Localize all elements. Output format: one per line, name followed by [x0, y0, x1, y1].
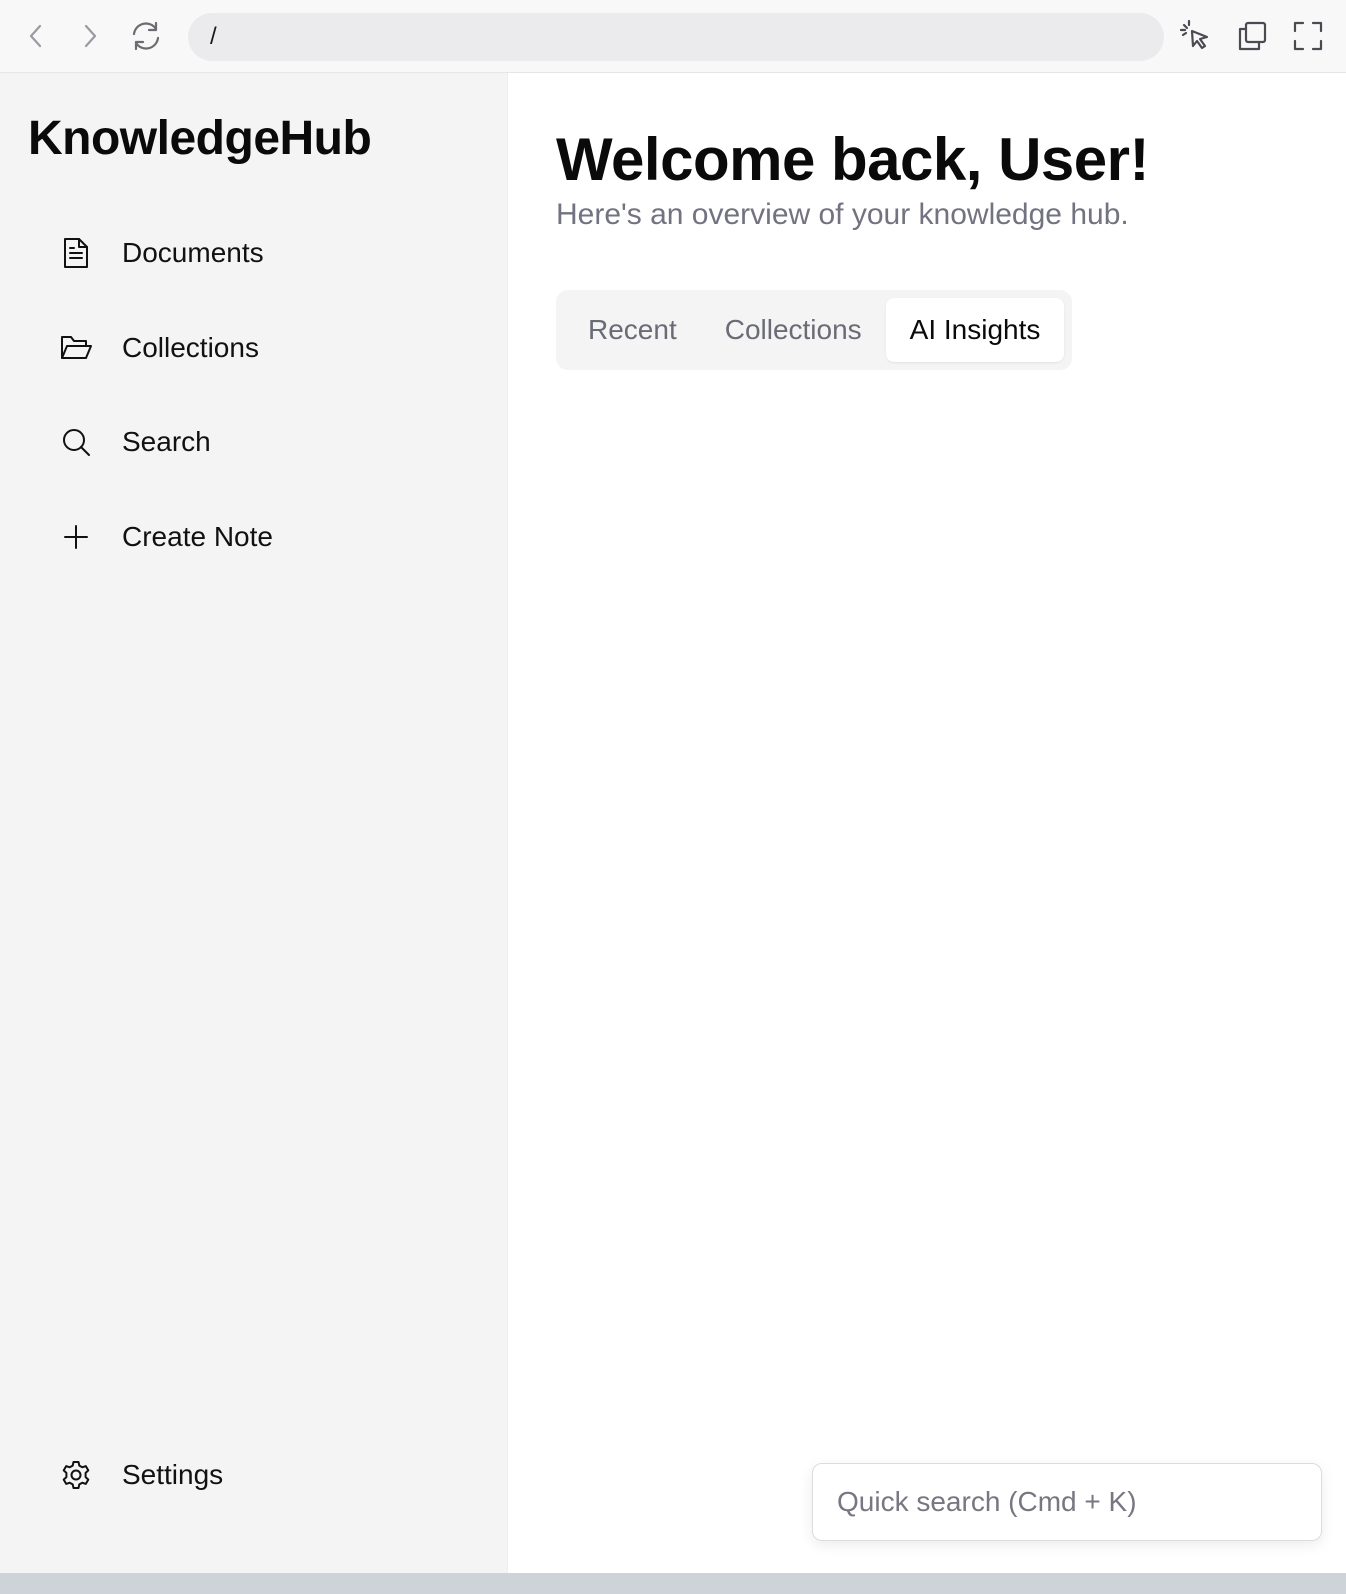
- forward-button[interactable]: [72, 18, 108, 54]
- page-subtitle: Here's an overview of your knowledge hub…: [556, 198, 1129, 231]
- sidebar-item-create-note[interactable]: Create Note: [56, 507, 476, 567]
- tab-list: Recent Collections AI Insights: [556, 290, 1073, 370]
- tab-collections[interactable]: Collections: [701, 298, 886, 362]
- brand-title: KnowledgeHub: [28, 112, 372, 165]
- fullscreen-button[interactable]: [1290, 18, 1326, 54]
- pointer-select-icon: [1179, 19, 1209, 50]
- window-bottom-edge: [0, 1573, 1346, 1594]
- copy-window-button[interactable]: [1234, 18, 1270, 54]
- sidebar-item-label: Documents: [122, 237, 264, 268]
- tab-ai-insights[interactable]: AI Insights: [885, 298, 1065, 362]
- search-icon: [56, 422, 96, 462]
- document-icon: [56, 233, 96, 273]
- url-bar[interactable]: /: [188, 13, 1164, 61]
- sidebar-item-documents[interactable]: Documents: [56, 223, 476, 283]
- sidebar-item-label: Collections: [122, 332, 259, 363]
- plus-icon: [56, 517, 96, 557]
- pointer-select-button[interactable]: [1178, 18, 1214, 54]
- sidebar-item-label: Create Note: [122, 521, 273, 552]
- browser-toolbar: /: [0, 0, 1346, 73]
- sidebar: KnowledgeHub Documents Collections Searc…: [0, 73, 508, 1573]
- reload-icon: [132, 21, 160, 51]
- main-content: Welcome back, User! Here's an overview o…: [508, 73, 1346, 1573]
- gear-icon: [56, 1455, 96, 1495]
- quick-search-input[interactable]: [812, 1463, 1322, 1541]
- page-title: Welcome back, User!: [556, 126, 1150, 193]
- copy-window-icon: [1238, 21, 1267, 51]
- sidebar-item-label: Settings: [122, 1459, 224, 1490]
- sidebar-item-search[interactable]: Search: [56, 412, 476, 472]
- reload-button[interactable]: [128, 18, 164, 54]
- sidebar-item-label: Search: [122, 426, 211, 457]
- fullscreen-icon: [1293, 21, 1323, 51]
- tab-recent[interactable]: Recent: [564, 298, 701, 362]
- folder-open-icon: [56, 328, 96, 368]
- sidebar-item-collections[interactable]: Collections: [56, 318, 476, 378]
- url-text: /: [210, 23, 217, 50]
- back-button[interactable]: [18, 18, 54, 54]
- sidebar-item-settings[interactable]: Settings: [56, 1445, 476, 1505]
- chevron-right-icon: [84, 24, 97, 48]
- chevron-left-icon: [29, 24, 42, 48]
